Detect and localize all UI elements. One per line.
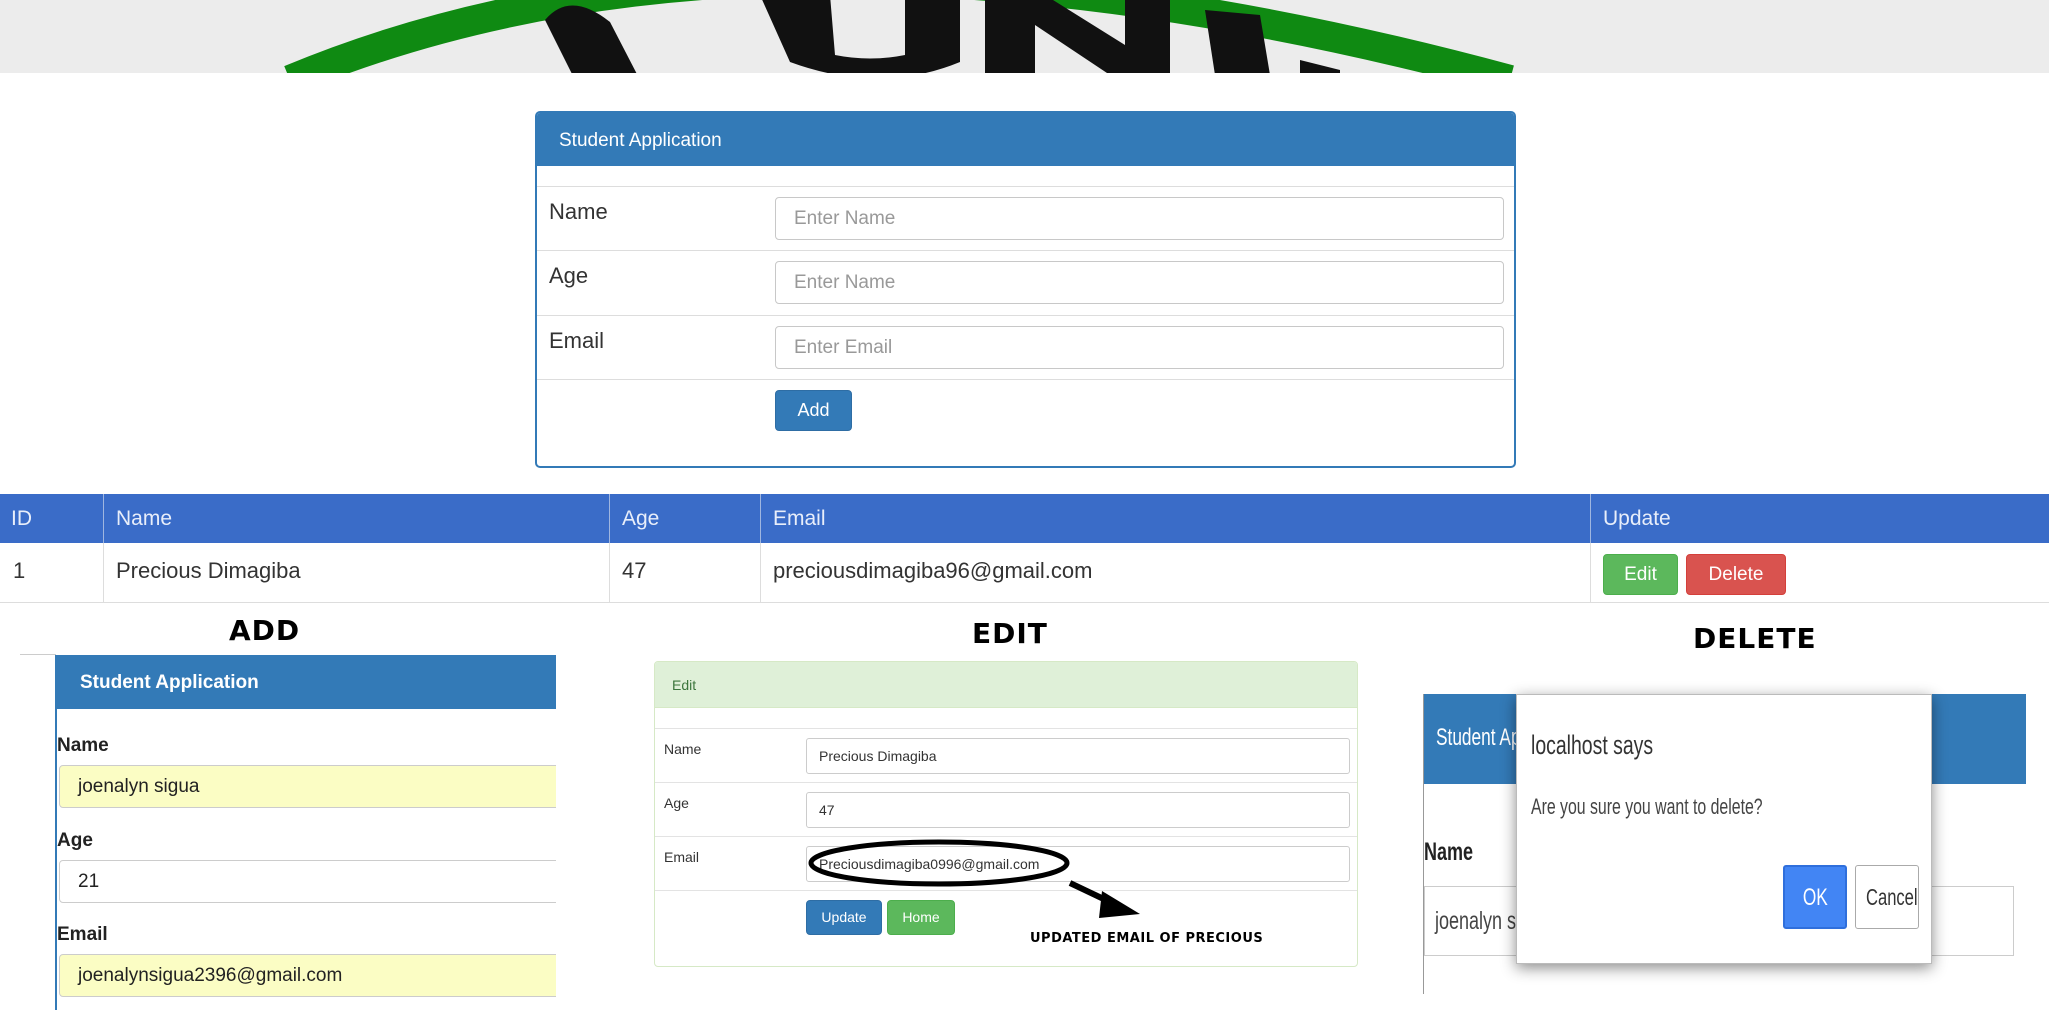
logo-emblem [284,0,1514,73]
edit-name-label: Name [664,741,702,757]
header-age: Age [622,507,660,530]
actions-row: Add [537,379,1514,459]
add-button[interactable]: Add [775,390,852,431]
edit-name-row: Name Precious Dimagiba [655,728,1357,782]
email-row: Email Enter Email [537,315,1514,379]
highlight-circle [808,839,1070,887]
edit-demo-title: Edit [655,662,1357,708]
age-label: Age [549,263,589,288]
header-update: Update [1603,507,1671,530]
panel-title: Student Application [537,113,1514,166]
dialog-message: Are you sure you want to delete? [1531,794,1763,819]
add-demo-age-label: Age [57,830,93,851]
cell-id: 1 [13,558,26,583]
add-section-title: ADD [229,614,301,647]
header-id: ID [11,507,32,530]
add-demo-email-label: Email [57,924,108,945]
dialog-title: localhost says [1531,730,1654,760]
edit-name-input[interactable]: Precious Dimagiba [806,738,1350,774]
table-row: 1 Precious Dimagiba 47 preciousdimagiba9… [0,543,2049,603]
arrow-head-icon [1099,891,1140,918]
name-input[interactable]: Enter Name [775,197,1504,240]
annotation-overlay [808,839,1140,918]
add-demo-age-input[interactable]: 21 [59,860,556,903]
email-label: Email [549,328,605,353]
cell-email: preciousdimagiba96@gmail.com [773,558,1093,583]
delete-bg-name-label: Name [1424,838,1474,866]
name-label: Name [549,199,608,224]
email-input[interactable]: Enter Email [775,326,1504,369]
edit-age-input[interactable]: 47 [806,792,1350,828]
annotation-label: UPDATED EMAIL OF PRECIOUS [1030,931,1264,946]
ok-button[interactable]: OK [1783,865,1847,929]
header-email: Email [773,507,826,530]
edit-button[interactable]: Edit [1603,554,1678,595]
delete-section-title: DELETE [1693,622,1817,655]
header-name: Name [116,507,173,530]
top-banner [0,0,2049,73]
student-application-panel: Student Application Name Enter Name Age … [535,111,1516,468]
table-header: ID Name Age Email Update [0,494,2049,543]
cell-name: Precious Dimagiba [116,558,301,583]
edit-email-label: Email [664,849,700,865]
age-row: Age Enter Name [537,250,1514,315]
edit-section-title: EDIT [972,617,1048,650]
students-table: ID Name Age Email Update 1 Precious Dima… [0,494,2049,609]
edit-age-label: Age [664,795,689,811]
add-demo-email-input[interactable]: joenalynsigua2396@gmail.com [59,954,556,997]
add-demo-name-input[interactable]: joenalyn sigua [59,765,556,808]
name-row: Name Enter Name [537,186,1514,250]
cell-age: 47 [622,558,647,583]
edit-age-row: Age 47 [655,782,1357,836]
add-demo-name-label: Name [57,735,109,756]
delete-button[interactable]: Delete [1686,554,1786,595]
add-demo-panel: Student Application Name joenalyn sigua … [55,655,556,1010]
add-demo-title: Student Application [57,655,556,709]
confirm-dialog: localhost says Are you sure you want to … [1516,694,1932,964]
cancel-button[interactable]: Cancel [1855,865,1919,929]
age-input[interactable]: Enter Name [775,261,1504,304]
